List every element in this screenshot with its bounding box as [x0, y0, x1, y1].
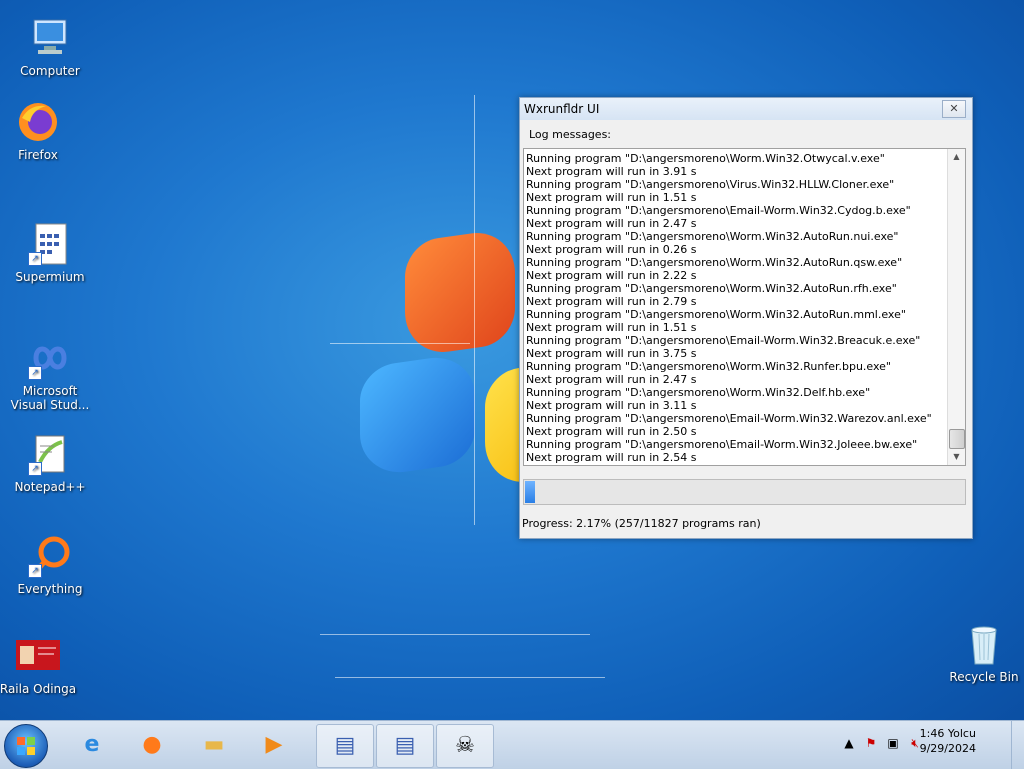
taskbar-window-2[interactable]: ▤ [376, 724, 434, 768]
desktop-icon-computer[interactable]: Computer [8, 16, 92, 78]
media-player-icon: ▶ [265, 732, 283, 757]
clock[interactable]: 1:46 Yolcu 9/29/2024 [920, 726, 976, 756]
log-messages-label: Log messages: [529, 128, 612, 141]
taskbar-internet-explorer[interactable]: e [64, 724, 120, 766]
log-line: Next program will run in 2.47 s [526, 217, 697, 230]
shortcut-arrow-icon: ↗ [28, 366, 42, 380]
taskbar-window-1[interactable]: ▤ [316, 724, 374, 768]
show-desktop-button[interactable] [1011, 721, 1024, 769]
everything-icon: ↗ [28, 534, 72, 578]
log-line: Running program "D:\angersmoreno\Worm.Wi… [526, 308, 906, 321]
close-icon: ✕ [949, 102, 959, 115]
taskbar-file-explorer[interactable]: ▬ [186, 724, 242, 766]
desktop: Computer Firefox ↗ Supermium ↗ Microsoft… [0, 0, 1024, 720]
network-icon[interactable]: ▣ [884, 734, 902, 752]
log-line: Running program "D:\angersmoreno\Virus.W… [526, 178, 895, 191]
log-line: Next program will run in 1.51 s [526, 321, 697, 334]
windows-start-icon [17, 737, 35, 755]
desktop-icon-firefox[interactable]: Firefox [0, 100, 80, 162]
taskbar-media-player[interactable]: ▶ [246, 724, 302, 766]
log-scrollbar[interactable]: ▲ ▼ [947, 149, 965, 465]
scroll-thumb[interactable] [949, 429, 965, 449]
log-line: Running program "D:\angersmoreno\Worm.Wi… [526, 360, 891, 373]
window-title: Wxrunfldr UI [524, 102, 600, 116]
log-line: Next program will run in 2.22 s [526, 269, 697, 282]
show-hidden-icons-icon[interactable]: ▲ [840, 734, 858, 752]
log-line: Running program "D:\angersmoreno\Worm.Wi… [526, 256, 903, 269]
log-line: Running program "D:\angersmoreno\Email-W… [526, 438, 918, 451]
desktop-icon-label: Everything [17, 582, 83, 596]
scroll-up-icon[interactable]: ▲ [948, 149, 965, 165]
raila-odinga-icon [16, 634, 60, 678]
desktop-icon-everything[interactable]: ↗ Everything [8, 534, 92, 596]
log-line: Next program will run in 2.50 s [526, 425, 697, 438]
internet-explorer-icon: e [84, 732, 100, 757]
log-line: Next program will run in 1.51 s [526, 191, 697, 204]
supermium-icon: ↗ [28, 222, 72, 266]
system-tray: ▲ ⚑ ▣ 🔇︎ 1:46 Yolcu 9/29/2024 [834, 721, 1024, 769]
log-line: Next program will run in 2.54 s [526, 451, 697, 464]
action-center-flag-icon[interactable]: ⚑ [862, 734, 880, 752]
progress-fill [525, 481, 535, 503]
log-line: Running program "D:\angersmoreno\Email-W… [526, 334, 921, 347]
recycle-bin-icon [962, 622, 1006, 666]
log-line: Running program "D:\angersmoreno\Email-W… [526, 204, 911, 217]
wxrunfldr-window[interactable]: Wxrunfldr UI ✕ Log messages: Running pro… [519, 97, 973, 539]
log-line: Running program "D:\angersmoreno\Worm.Wi… [526, 152, 885, 165]
shortcut-arrow-icon: ↗ [28, 462, 42, 476]
desktop-icon-label: Firefox [18, 148, 58, 162]
shortcut-arrow-icon: ↗ [28, 564, 42, 578]
folder-icon: ▬ [203, 732, 225, 757]
log-lines: Running program "D:\angersmoreno\Worm.Wi… [526, 152, 940, 464]
scroll-down-icon[interactable]: ▼ [948, 449, 965, 465]
log-line: Next program will run in 2.79 s [526, 295, 697, 308]
firefox-icon [16, 100, 60, 144]
window-titlebar[interactable]: Wxrunfldr UI ✕ [520, 98, 972, 120]
log-line: Running program "D:\angersmoreno\Worm.Wi… [526, 282, 897, 295]
skull-icon: ☠ [455, 733, 475, 758]
desktop-icon-label: Microsoft Visual Stud... [10, 384, 90, 412]
firefox-icon: ● [142, 732, 162, 757]
progress-bar [523, 479, 966, 505]
document-icon: ▤ [394, 733, 416, 758]
log-line: Running program "D:\angersmoreno\Email-W… [526, 412, 932, 425]
document-icon: ▤ [334, 733, 356, 758]
clock-date: 9/29/2024 [919, 742, 976, 755]
visual-studio-icon: ↗ [28, 336, 72, 380]
taskbar-window-3[interactable]: ☠ [436, 724, 494, 768]
desktop-icon-recycle-bin[interactable]: Recycle Bin [942, 622, 1024, 684]
log-line: Next program will run in 3.91 s [526, 165, 697, 178]
desktop-icon-label: Notepad++ [14, 480, 86, 494]
desktop-icon-label: Computer [20, 64, 80, 78]
desktop-icon-raila-odinga[interactable]: Raila Odinga [0, 634, 80, 696]
log-line: Running program "D:\angersmoreno\Worm.Wi… [526, 386, 871, 399]
log-line: Running program "D:\angersmoreno\Worm.Wi… [526, 230, 899, 243]
progress-text: Progress: 2.17% (257/11827 programs ran) [522, 517, 761, 530]
log-line: Next program will run in 3.11 s [526, 399, 697, 412]
desktop-icon-notepadpp[interactable]: ↗ Notepad++ [8, 432, 92, 494]
desktop-icon-label: Raila Odinga [0, 682, 77, 696]
taskbar-firefox[interactable]: ● [124, 724, 180, 766]
desktop-icon-label: Supermium [15, 270, 85, 284]
desktop-icon-label: Recycle Bin [949, 670, 1019, 684]
clock-time: 1:46 Yolcu [919, 727, 976, 740]
close-button[interactable]: ✕ [942, 100, 966, 118]
log-line: Next program will run in 2.47 s [526, 373, 697, 386]
desktop-icon-supermium[interactable]: ↗ Supermium [8, 222, 92, 284]
shortcut-arrow-icon: ↗ [28, 252, 42, 266]
start-button[interactable] [4, 724, 48, 768]
desktop-icon-visual-studio[interactable]: ↗ Microsoft Visual Stud... [8, 336, 92, 412]
log-line: Next program will run in 0.26 s [526, 243, 697, 256]
notepadpp-icon: ↗ [28, 432, 72, 476]
computer-icon [28, 16, 72, 60]
log-line: Next program will run in 3.75 s [526, 347, 697, 360]
log-messages-list[interactable]: Running program "D:\angersmoreno\Worm.Wi… [523, 148, 966, 466]
taskbar: e ● ▬ ▶ ▤ ▤ ☠ ▲ ⚑ ▣ 🔇︎ 1:46 Yolcu 9/29/2… [0, 720, 1024, 769]
